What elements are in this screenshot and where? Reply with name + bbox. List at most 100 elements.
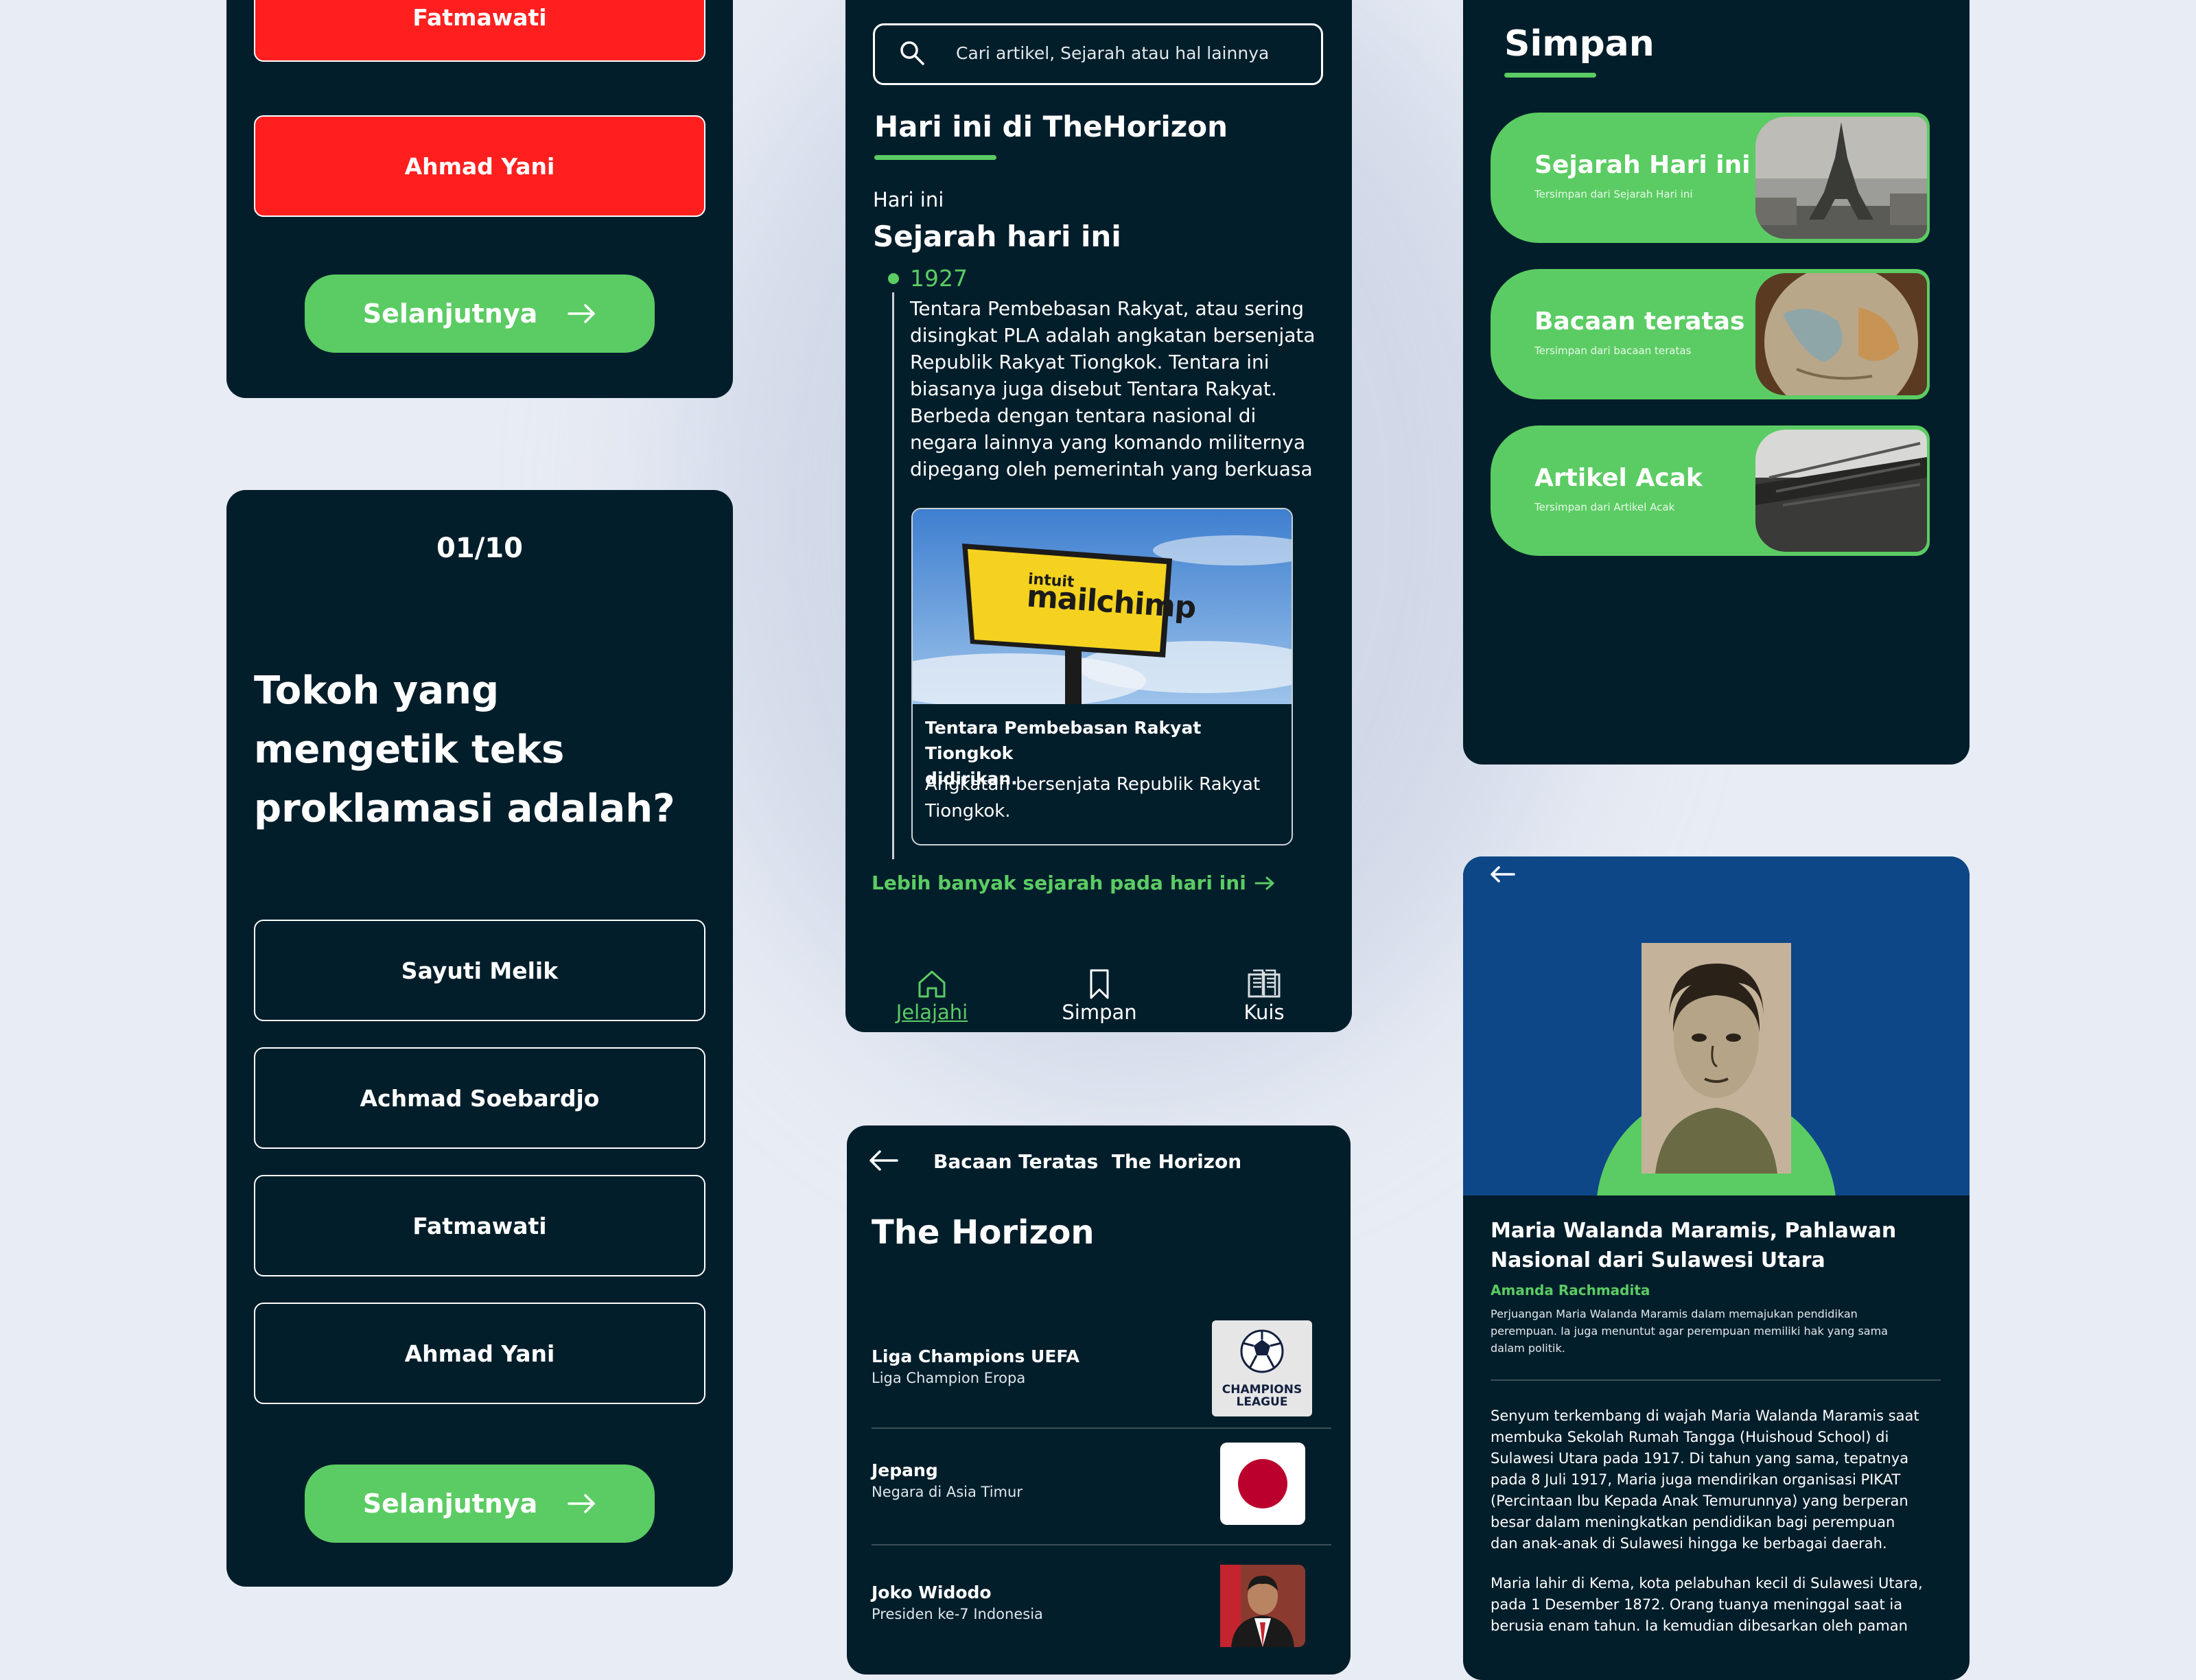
timeline-line	[892, 292, 894, 859]
answer-option-label: Achmad Soebardjo	[360, 1084, 600, 1112]
search-icon	[900, 41, 924, 65]
list-item-subtitle: Liga Champion Eropa	[872, 1370, 1026, 1386]
saved-card-artikel[interactable]: Artikel Acak Tersimpan dari Artikel Acak	[1491, 425, 1930, 556]
paragraph-line: (Percintaan Ibu Kepada Anak Temurunnya) …	[1491, 1493, 1908, 1509]
saved-card-subtitle: Tersimpan dari Sejarah Hari ini	[1534, 188, 1693, 200]
article-paragraph: Maria lahir di Kema, kota pelabuhan keci…	[1491, 1573, 1950, 1637]
home-icon	[918, 970, 946, 998]
question-line: proklamasi adalah?	[254, 786, 675, 831]
nav-label: Simpan	[1062, 1001, 1137, 1024]
event-description: Tentara Pembebasan Rakyat, atau sering d…	[910, 295, 1322, 482]
globe-photo	[1755, 273, 1927, 395]
list-item-subtitle: Negara di Asia Timur	[872, 1484, 1023, 1500]
more-history-label: Lebih banyak sejarah pada hari ini	[872, 872, 1246, 894]
summary-line: Perjuangan Maria Walanda Maramis dalam m…	[1491, 1307, 1858, 1320]
list-item[interactable]: Jepang Negara di Asia Timur	[872, 1443, 1327, 1541]
list-item[interactable]: Liga Champions UEFA Liga Champion Eropa …	[872, 1318, 1327, 1416]
logo-text: CHAMPIONS LEAGUE	[1212, 1384, 1312, 1408]
paragraph-line: dan anak-anak di Sulawesi hingga ke berb…	[1491, 1535, 1887, 1552]
portrait-photo	[1220, 1565, 1305, 1647]
answer-option[interactable]: Achmad Soebardjo	[254, 1047, 705, 1149]
summary-line: dalam politik.	[1491, 1342, 1565, 1355]
caption-line: Tentara Pembebasan Rakyat Tiongkok	[925, 718, 1202, 763]
header-title: Bacaan Teratas The Horizon	[933, 1150, 1242, 1173]
answer-option[interactable]: Fatmawati	[254, 1175, 705, 1276]
eiffel-photo	[1755, 117, 1927, 239]
quiz-panel: 01/10 Tokoh yang mengetik teks proklamas…	[226, 490, 733, 1587]
nav-item-jelajahi[interactable]: Jelajahi	[873, 968, 991, 1032]
next-button[interactable]: Selanjutnya	[305, 275, 655, 353]
book-icon	[1248, 969, 1281, 998]
article-title: Maria Walanda Maramis, Pahlawan Nasional…	[1491, 1216, 1943, 1275]
answer-option-label: Ahmad Yani	[404, 152, 555, 180]
next-button[interactable]: Selanjutnya	[305, 1465, 655, 1543]
answer-option-label: Fatmawati	[412, 1212, 547, 1239]
article-author[interactable]: Amanda Rachmadita	[1491, 1282, 1650, 1298]
section-underline	[874, 155, 996, 160]
soldiers-photo	[1755, 430, 1927, 552]
arrow-left-icon[interactable]	[867, 1149, 899, 1172]
event-line: Berbeda dengan tentara nasional di	[910, 404, 1257, 427]
question-line: mengetik teks	[254, 727, 565, 772]
description-line: Angkatan bersenjata Republik Rakyat	[925, 774, 1261, 795]
list-item-title: Liga Champions UEFA	[872, 1346, 1079, 1366]
nav-label: Kuis	[1243, 1001, 1285, 1024]
list-item-subtitle: Presiden ke-7 Indonesia	[872, 1606, 1043, 1622]
paragraph-line: pada 8 Juli 1917, Maria juga mendirikan …	[1491, 1471, 1901, 1488]
saved-card-bacaan[interactable]: Bacaan teratas Tersimpan dari bacaan ter…	[1491, 269, 1930, 399]
answer-option[interactable]: Sayuti Melik	[254, 920, 705, 1021]
paragraph-line: Maria lahir di Kema, kota pelabuhan keci…	[1491, 1575, 1923, 1591]
explore-screen: Cari artikel, Sejarah atau hal lainnya H…	[845, 0, 1352, 1032]
answer-option-wrong[interactable]: Ahmad Yani	[254, 115, 705, 217]
arrow-right-icon	[568, 304, 596, 323]
article-title-line: Maria Walanda Maramis, Pahlawan	[1491, 1219, 1897, 1243]
event-image-card[interactable]: intuit mailchimp Tentara Pembebasan Raky…	[911, 508, 1293, 845]
japan-flag	[1220, 1443, 1305, 1525]
paragraph-line: membuka Sekolah Rumah Tangga (Huishoud S…	[1491, 1429, 1889, 1445]
page-title: The Horizon	[872, 1213, 1095, 1252]
search-input[interactable]: Cari artikel, Sejarah atau hal lainnya	[873, 23, 1323, 85]
today-title: Sejarah hari ini	[873, 220, 1121, 253]
answer-option[interactable]: Ahmad Yani	[254, 1303, 705, 1404]
question-line: Tokoh yang	[254, 668, 500, 713]
divider	[872, 1544, 1331, 1545]
saved-title-underline	[1504, 73, 1596, 78]
saved-card-sejarah[interactable]: Sejarah Hari ini Tersimpan dari Sejarah …	[1491, 113, 1930, 243]
more-history-link[interactable]: Lebih banyak sejarah pada hari ini	[872, 872, 1275, 894]
list-item-title: Joko Widodo	[872, 1583, 992, 1602]
article-header-image	[1463, 856, 1970, 1195]
event-line: biasanya juga disebut Tentara Rakyat.	[910, 377, 1277, 400]
top-reading-screen: Bacaan Teratas The Horizon The Horizon L…	[847, 1125, 1351, 1675]
quiz-result-panel: Fatmawati Ahmad Yani Selanjutnya	[226, 0, 733, 398]
maria-portrait	[1642, 943, 1791, 1174]
list-item[interactable]: Joko Widodo Presiden ke-7 Indonesia	[872, 1565, 1327, 1675]
paragraph-line: Senyum terkembang di wajah Maria Walanda…	[1491, 1408, 1919, 1424]
saved-card-subtitle: Tersimpan dari Artikel Acak	[1534, 501, 1675, 513]
description-line: Tiongkok.	[925, 801, 1011, 821]
timeline-dot	[888, 273, 899, 284]
bottom-nav: Jelajahi Simpan Kuis	[845, 968, 1352, 1032]
nav-item-simpan[interactable]: Simpan	[1040, 968, 1158, 1032]
search-placeholder: Cari artikel, Sejarah atau hal lainnya	[956, 43, 1270, 63]
divider	[872, 1427, 1331, 1429]
logo-text-line: LEAGUE	[1236, 1395, 1288, 1409]
saved-card-subtitle: Tersimpan dari bacaan teratas	[1534, 345, 1692, 357]
article-paragraph: Senyum terkembang di wajah Maria Walanda…	[1491, 1405, 1950, 1554]
next-button-label: Selanjutnya	[362, 299, 538, 329]
event-line: Republik Rakyat Tiongkok. Tentara ini	[910, 351, 1270, 373]
answer-option-label: Ahmad Yani	[404, 1340, 555, 1367]
list-item-title: Jepang	[872, 1460, 938, 1480]
answer-option-wrong[interactable]: Fatmawati	[254, 0, 705, 62]
divider	[1491, 1379, 1941, 1381]
summary-line: perempuan. Ia juga menuntut agar perempu…	[1491, 1325, 1888, 1338]
article-title-line: Nasional dari Sulawesi Utara	[1491, 1248, 1825, 1272]
paragraph-line: berusia enam tahun. Ia kemudian dibesark…	[1491, 1618, 1908, 1634]
saved-card-title: Sejarah Hari ini	[1534, 151, 1751, 179]
next-button-label: Selanjutnya	[362, 1489, 538, 1519]
arrow-left-icon[interactable]	[1489, 865, 1515, 884]
arrow-right-icon	[568, 1494, 596, 1513]
arrow-right-icon	[1254, 876, 1274, 889]
event-line: Tentara Pembebasan Rakyat, atau sering	[910, 297, 1305, 320]
article-summary: Perjuangan Maria Walanda Maramis dalam m…	[1491, 1305, 1943, 1357]
nav-item-kuis[interactable]: Kuis	[1205, 968, 1323, 1032]
